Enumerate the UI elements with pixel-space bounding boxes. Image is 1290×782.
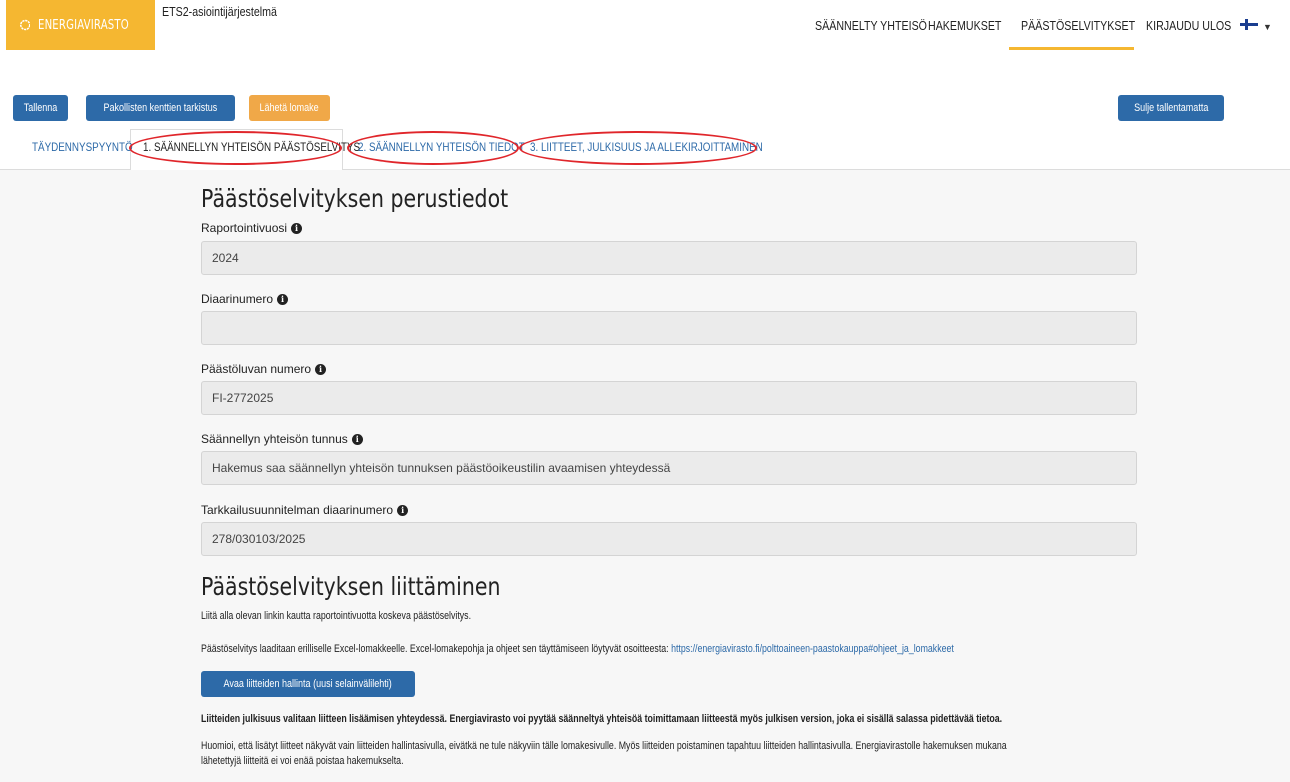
info-icon[interactable]: i xyxy=(351,433,363,445)
reporting-year-field[interactable]: 2024 xyxy=(201,241,1137,275)
publicity-note: Liitteiden julkisuus valitaan liitteen l… xyxy=(201,713,1003,725)
basics-title: Päästöselvityksen perustiedot xyxy=(201,184,509,213)
permit-number-field[interactable]: FI-2772025 xyxy=(201,381,1137,415)
language-caret-icon[interactable]: ▼ xyxy=(1263,22,1272,32)
nav-kirjaudu-ulos[interactable]: KIRJAUDU ULOS xyxy=(1146,18,1231,33)
attach-title: Päästöselvityksen liittäminen xyxy=(201,572,501,601)
reporting-year-label-text: Raportointivuosi xyxy=(201,221,288,235)
entity-id-label: Säännellyn yhteisön tunnus i xyxy=(201,432,363,446)
open-attachments-button[interactable]: Avaa liitteiden hallinta (uusi selainväl… xyxy=(201,671,415,697)
nav-saannelty-yhteiso[interactable]: SÄÄNNELTY YHTEISÖ xyxy=(815,18,927,33)
system-name: ETS2-asiointijärjestelmä xyxy=(162,4,277,19)
close-without-saving-button[interactable]: Sulje tallentamatta xyxy=(1118,95,1224,121)
info-icon[interactable]: i xyxy=(291,222,303,234)
energiavirasto-logo[interactable]: ENERGIAVIRASTO xyxy=(6,0,155,50)
monitoring-plan-label-text: Tarkkailusuunnitelman diaarinumero xyxy=(201,503,394,517)
send-form-button[interactable]: Lähetä lomake xyxy=(249,95,330,121)
finnish-flag-icon[interactable] xyxy=(1240,18,1258,31)
nav-active-indicator xyxy=(1009,47,1134,50)
diary-number-field[interactable] xyxy=(201,311,1137,345)
sun-logo-icon xyxy=(20,19,31,31)
diary-number-label: Diaarinumero i xyxy=(201,292,289,306)
monitoring-plan-label: Tarkkailusuunnitelman diaarinumero i xyxy=(201,503,409,517)
check-required-fields-button[interactable]: Pakollisten kenttien tarkistus xyxy=(86,95,235,121)
info-icon[interactable]: i xyxy=(397,504,409,516)
entity-id-field[interactable]: Hakemus saa säännellyn yhteisön tunnukse… xyxy=(201,451,1137,485)
send-button-label: Lähetä lomake xyxy=(259,102,320,114)
reporting-year-label: Raportointivuosi i xyxy=(201,221,303,235)
nav-paastoselvitykset[interactable]: PÄÄSTÖSELVITYKSET xyxy=(1021,18,1135,33)
excel-instructions: Päästöselvitys laaditaan erilliselle Exc… xyxy=(201,643,954,655)
excel-instructions-link[interactable]: https://energiavirasto.fi/polttoaineen-p… xyxy=(671,643,954,655)
highlight-ring-tab-1 xyxy=(129,131,342,165)
highlight-ring-tab-2 xyxy=(347,131,519,165)
diary-number-label-text: Diaarinumero xyxy=(201,292,274,306)
tab-taydennyspyynto[interactable]: TÄYDENNYSPYYNTÖ xyxy=(32,140,133,154)
save-button-label: Tallenna xyxy=(23,102,58,114)
close-button-label: Sulje tallentamatta xyxy=(1133,102,1209,114)
info-icon[interactable]: i xyxy=(315,363,327,375)
attachments-note-line-2: lähetettyjä liitteitä ei voi enää poista… xyxy=(201,755,404,767)
check-button-label: Pakollisten kenttien tarkistus xyxy=(103,102,218,114)
logo-text: ENERGIAVIRASTO xyxy=(38,17,130,33)
save-button[interactable]: Tallenna xyxy=(13,95,68,121)
excel-instructions-text: Päästöselvitys laaditaan erilliselle Exc… xyxy=(201,643,669,655)
permit-number-label: Päästöluvan numero i xyxy=(201,362,327,376)
nav-hakemukset[interactable]: HAKEMUKSET xyxy=(928,18,1001,33)
entity-id-label-text: Säännellyn yhteisön tunnus xyxy=(201,432,348,446)
highlight-ring-tab-3 xyxy=(519,131,757,165)
monitoring-plan-field[interactable]: 278/030103/2025 xyxy=(201,522,1137,556)
attach-intro: Liitä alla olevan linkin kautta raportoi… xyxy=(201,610,472,622)
attachments-note-line-1: Huomioi, että lisätyt liitteet näkyvät v… xyxy=(201,740,1007,752)
info-icon[interactable]: i xyxy=(277,293,289,305)
open-attachments-label: Avaa liitteiden hallinta (uusi selainväl… xyxy=(223,678,393,690)
permit-number-label-text: Päästöluvan numero xyxy=(201,362,312,376)
top-bar: ENERGIAVIRASTO ETS2-asiointijärjestelmä … xyxy=(0,0,1290,70)
